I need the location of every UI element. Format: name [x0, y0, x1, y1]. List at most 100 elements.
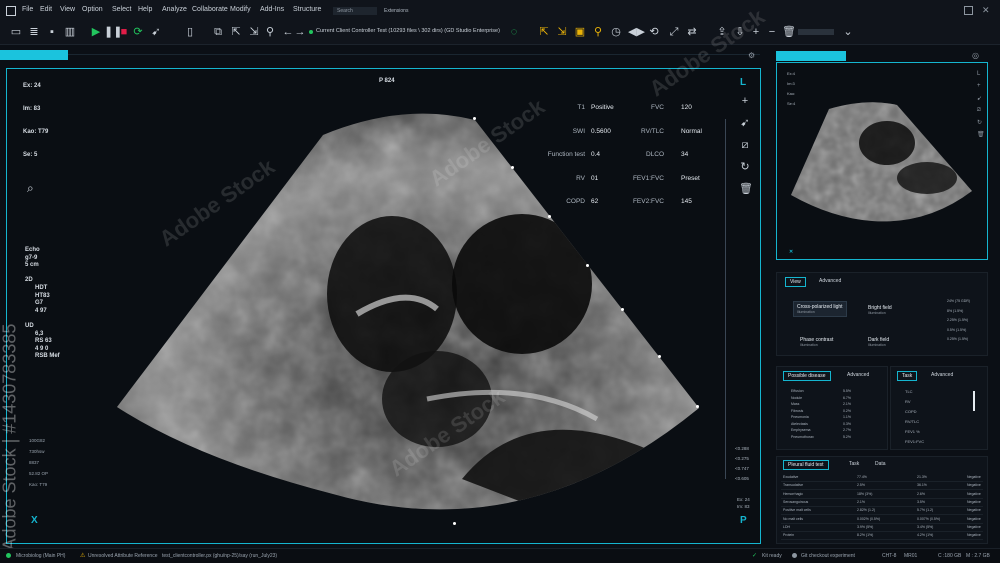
task-item[interactable]: COPD	[905, 409, 917, 414]
disease-panel: Possible disease Advanced Effusion 5.5% Nod…	[776, 366, 888, 450]
task-item[interactable]: RV/TLC	[905, 419, 919, 424]
illumination-option[interactable]: Dark field Illumination	[865, 335, 892, 349]
menu-item[interactable]: Analyze	[162, 6, 187, 13]
import-icon[interactable]: ⇲	[248, 26, 260, 38]
clock-icon[interactable]: ◷	[610, 26, 622, 38]
play-icon[interactable]: ▶	[90, 26, 102, 38]
extensions-menu[interactable]: Extensions	[384, 8, 408, 14]
preview-refresh-icon[interactable]: ◎	[972, 51, 979, 60]
forward-arrow-icon[interactable]: →	[294, 26, 306, 38]
menu-item[interactable]: Collaborate	[192, 6, 228, 13]
flip-icon[interactable]: ◀▶	[628, 26, 645, 38]
preview-text-icon[interactable]: L	[977, 71, 980, 77]
tab-advanced[interactable]: Advanced	[815, 277, 845, 285]
menu-item[interactable]: Modify	[230, 6, 251, 13]
stop-icon[interactable]: ■	[118, 26, 130, 38]
illumination-option[interactable]: Cross-polarized light Illumination	[793, 301, 847, 317]
menu-item[interactable]: Help	[138, 6, 152, 13]
ultrasound-viewer[interactable]: P 824 Ex: 24 Im: 83 Kao: T79 Se: 5 ⌕ Echo g7…	[6, 68, 761, 544]
pin-icon[interactable]: ⚲	[264, 26, 276, 38]
task-item[interactable]: FEV1:FVC	[905, 439, 924, 444]
close-icon[interactable]: ✕	[982, 5, 990, 16]
fluid-value-b: 0.007% (0.5%)	[917, 516, 941, 521]
status-project[interactable]: Microbiolog (Main PH)	[16, 553, 65, 559]
tab-disease[interactable]: Possible disease	[783, 371, 831, 381]
main-panel-tab[interactable]	[0, 50, 68, 60]
trash-icon[interactable]: 🗑	[782, 26, 796, 38]
illumination-option[interactable]: Phase contrast Illumination	[797, 335, 836, 349]
scale-label: <0.747	[735, 466, 749, 471]
copy-icon[interactable]: ⧉	[212, 26, 224, 38]
swap-icon[interactable]: ⇄	[686, 26, 698, 38]
dropdown-chevron-icon[interactable]: ⌄	[842, 26, 854, 38]
preview-delete-icon[interactable]: 🗑	[977, 131, 985, 138]
menu-item[interactable]: Option	[82, 6, 103, 13]
status-warning[interactable]: Unresolved Attribute Reference	[88, 553, 157, 559]
illumination-option[interactable]: Bright field Illumination	[865, 303, 895, 317]
preview-panel-tab[interactable]	[776, 51, 846, 61]
measurement-value: 120	[681, 104, 692, 111]
pin2-icon[interactable]: ⚲	[592, 26, 604, 38]
controller-label[interactable]: Current Client Controller Test (10293 fi…	[316, 28, 500, 34]
patient-info-line: Ex: 24	[23, 83, 41, 89]
menu-item[interactable]: View	[60, 6, 75, 13]
minus-icon[interactable]: −	[766, 26, 778, 38]
patient-info-line: Se: 5	[23, 152, 38, 158]
layers-icon[interactable]: ≣	[28, 26, 40, 38]
magnify-icon[interactable]: ⌕	[27, 181, 34, 196]
lower-left-line: 52.82 OP	[29, 471, 49, 476]
menu-item[interactable]: File	[22, 6, 33, 13]
disease-value: 1.1%	[843, 415, 851, 419]
preview-add-icon[interactable]: +	[977, 83, 981, 89]
reload-icon[interactable]: ⟲	[648, 26, 660, 38]
image-icon[interactable]: ▣	[574, 26, 586, 38]
restore-icon[interactable]	[964, 6, 973, 15]
tab-task[interactable]: Advanced	[927, 371, 957, 379]
status-git[interactable]: Git checkout experiment	[801, 553, 855, 559]
menu-item[interactable]: Add-Ins	[260, 6, 284, 13]
rotate-icon[interactable]: ↻	[739, 161, 751, 173]
crop-icon[interactable]: ⧄	[739, 139, 751, 151]
disease-value: 0.2%	[843, 408, 851, 413]
task-item[interactable]: RV	[905, 399, 910, 404]
scan-param: Echo	[25, 247, 40, 253]
preview-label: Ex:4	[787, 71, 796, 76]
preview-rotate-icon[interactable]: ↻	[977, 119, 982, 126]
task-scroll-indicator[interactable]	[973, 391, 975, 411]
add-icon[interactable]: +	[739, 95, 751, 107]
sync-icon[interactable]: ◌	[508, 26, 520, 38]
export-icon[interactable]: ⇱	[230, 26, 242, 38]
search-input[interactable]: Search	[333, 7, 377, 15]
preview-cursor-icon[interactable]: ➹	[977, 95, 982, 102]
preview-viewer[interactable]: Ex:4 Im:3 Kao: Se:4 ✕ L + ➹ ⧄ ↻ 🗑	[776, 62, 988, 260]
panel-settings-icon[interactable]: ⚙	[748, 51, 755, 60]
tab-task[interactable]: Task	[897, 371, 918, 381]
menu-item[interactable]: Select	[112, 6, 131, 13]
columns-icon[interactable]: ▥	[64, 26, 76, 38]
pointer-icon[interactable]: ➹	[150, 26, 162, 38]
monitor-icon[interactable]: ▭	[10, 26, 22, 38]
status-path[interactable]: test_clientcontroller.px (ghu/np-25)/say…	[162, 553, 277, 559]
task-item[interactable]: TLC	[905, 389, 913, 394]
expand-icon[interactable]: ⤢	[668, 26, 680, 38]
file-out-icon[interactable]: ⇲	[556, 26, 568, 38]
tab-disease[interactable]: Advanced	[843, 371, 873, 379]
save-icon[interactable]: ▪	[46, 26, 58, 38]
disease-value: 2.1%	[843, 402, 851, 406]
file-add-icon[interactable]: ⇱	[538, 26, 550, 38]
tab-fluid[interactable]: Task	[845, 460, 863, 468]
preview-label: Im:3	[787, 81, 795, 86]
tab-view[interactable]: View	[785, 277, 806, 287]
cursor-icon[interactable]: ➹	[739, 117, 751, 129]
back-arrow-icon[interactable]: ←	[282, 26, 294, 38]
task-item[interactable]: FEV1 %	[905, 429, 920, 434]
delete-icon[interactable]: 🗑	[739, 183, 753, 195]
menu-item[interactable]: Edit	[40, 6, 52, 13]
doc-icon[interactable]: ▯	[184, 26, 196, 38]
pause-icon[interactable]: ❚❚	[104, 26, 122, 38]
preview-crop-icon[interactable]: ⧄	[977, 107, 981, 114]
menu-item[interactable]: Structure	[293, 6, 321, 13]
refresh-icon[interactable]: ⟳	[132, 26, 144, 38]
tab-fluid[interactable]: Data	[871, 460, 890, 468]
tab-fluid[interactable]: Pleural fluid test	[783, 460, 829, 470]
